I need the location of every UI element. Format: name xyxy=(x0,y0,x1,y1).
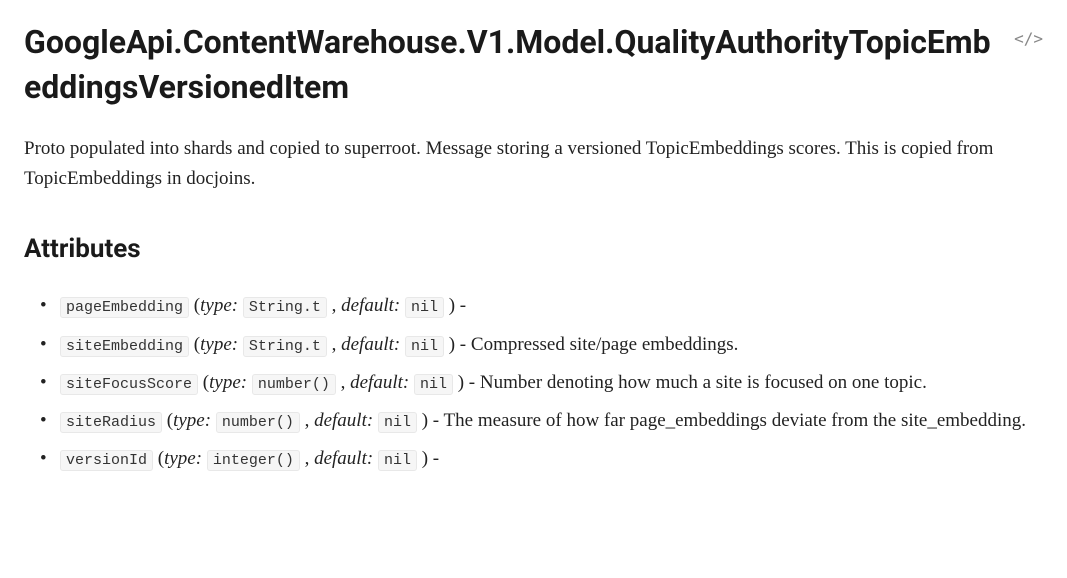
default-label: default: xyxy=(314,410,373,431)
list-item: siteFocusScore (type: number() , default… xyxy=(60,366,1043,400)
default-label: default: xyxy=(341,295,400,316)
attr-name: pageEmbedding xyxy=(60,297,189,318)
type-label: type: xyxy=(200,334,238,355)
default-label: default: xyxy=(350,372,409,393)
attr-name: siteRadius xyxy=(60,412,162,433)
attributes-list: pageEmbedding (type: String.t , default:… xyxy=(24,289,1043,476)
list-item: siteRadius (type: number() , default: ni… xyxy=(60,404,1043,438)
attr-type: number() xyxy=(216,412,300,433)
attr-type: number() xyxy=(252,374,336,395)
title-text: GoogleApi.ContentWarehouse.V1.Model.Qual… xyxy=(24,23,991,106)
type-label: type: xyxy=(200,295,238,316)
list-item: versionId (type: integer() , default: ni… xyxy=(60,442,1043,476)
attr-default: nil xyxy=(414,374,453,395)
page-title: GoogleApi.ContentWarehouse.V1.Model.Qual… xyxy=(24,20,1043,110)
description-text: Proto populated into shards and copied t… xyxy=(24,134,1043,195)
attr-type: String.t xyxy=(243,336,327,357)
attr-default: nil xyxy=(405,297,444,318)
attributes-heading: Attributes xyxy=(24,230,1043,269)
attr-desc: Compressed site/page embeddings. xyxy=(471,334,739,355)
list-item: siteEmbedding (type: String.t , default:… xyxy=(60,328,1043,362)
attr-default: nil xyxy=(378,450,417,471)
attr-desc: Number denoting how much a site is focus… xyxy=(480,372,927,393)
attr-name: siteEmbedding xyxy=(60,336,189,357)
attr-name: versionId xyxy=(60,450,153,471)
attr-type: integer() xyxy=(207,450,300,471)
default-label: default: xyxy=(314,448,373,469)
attr-default: nil xyxy=(405,336,444,357)
default-label: default: xyxy=(341,334,400,355)
source-link-icon[interactable]: </> xyxy=(1014,28,1043,50)
attr-type: String.t xyxy=(243,297,327,318)
type-label: type: xyxy=(173,410,211,431)
attr-default: nil xyxy=(378,412,417,433)
list-item: pageEmbedding (type: String.t , default:… xyxy=(60,289,1043,323)
type-label: type: xyxy=(209,372,247,393)
attr-name: siteFocusScore xyxy=(60,374,198,395)
type-label: type: xyxy=(164,448,202,469)
attr-desc: The measure of how far page_embeddings d… xyxy=(444,410,1026,431)
